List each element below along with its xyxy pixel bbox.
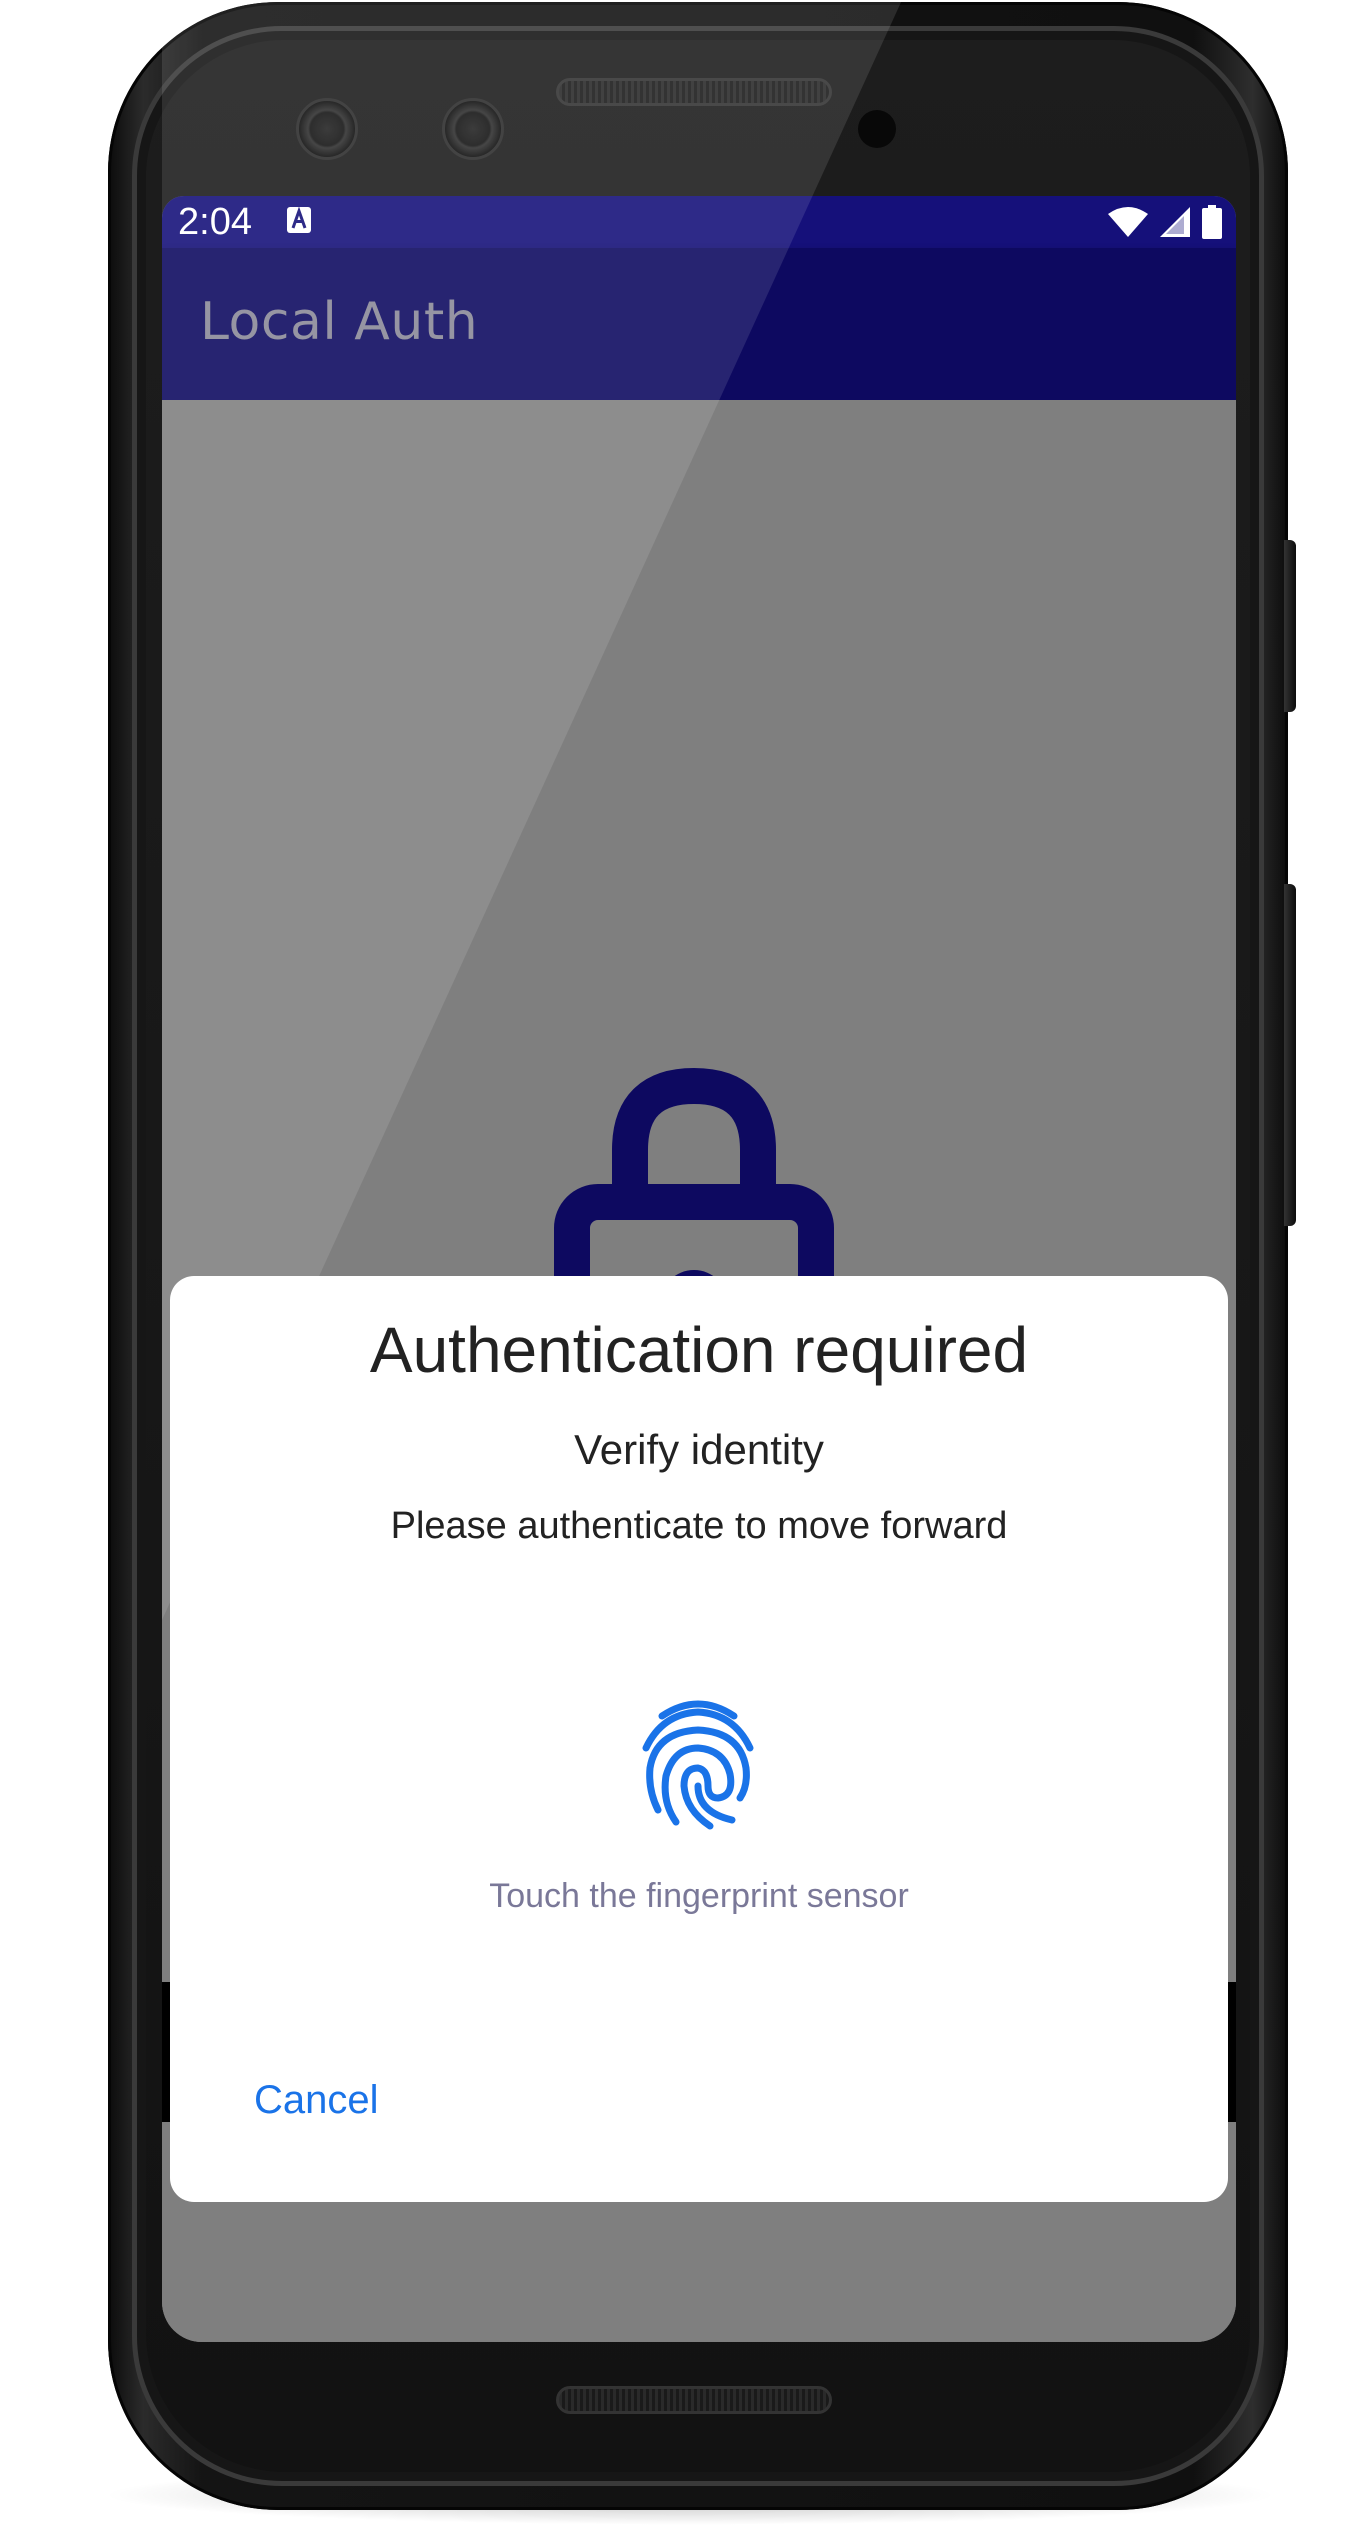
cancel-button[interactable]: Cancel <box>242 2068 391 2132</box>
dialog-description: Please authenticate to move forward <box>390 1505 1008 1547</box>
front-camera-icon <box>296 98 358 160</box>
cell-signal-icon <box>1160 207 1190 237</box>
front-camera-wide-icon <box>442 98 504 160</box>
dialog-subtitle: Verify identity <box>574 1426 824 1473</box>
bottom-speaker <box>556 2386 832 2414</box>
app-title: Local Auth <box>200 292 479 352</box>
status-icons <box>1108 202 1222 242</box>
app-bar: Local Auth <box>162 248 1236 400</box>
battery-icon <box>1202 205 1222 239</box>
wifi-icon <box>1108 207 1148 237</box>
power-button <box>1284 540 1296 712</box>
device-scene: 2:04 Local Auth Authentication required … <box>0 0 1370 2534</box>
dialog-title: Authentication required <box>369 1314 1029 1386</box>
volume-rocker <box>1284 884 1296 1226</box>
device-screen: 2:04 Local Auth Authentication required … <box>162 196 1236 2342</box>
font-a-notification-icon <box>287 206 311 233</box>
biometric-dialog: Authentication required Verify identity … <box>170 1276 1228 2202</box>
status-time: 2:04 <box>178 201 252 243</box>
status-bar: 2:04 <box>162 196 1236 248</box>
fingerprint-icon[interactable] <box>636 1694 760 1834</box>
earpiece-speaker <box>556 78 832 106</box>
dialog-hint: Touch the fingerprint sensor <box>489 1877 909 1915</box>
proximity-sensor <box>858 110 896 148</box>
